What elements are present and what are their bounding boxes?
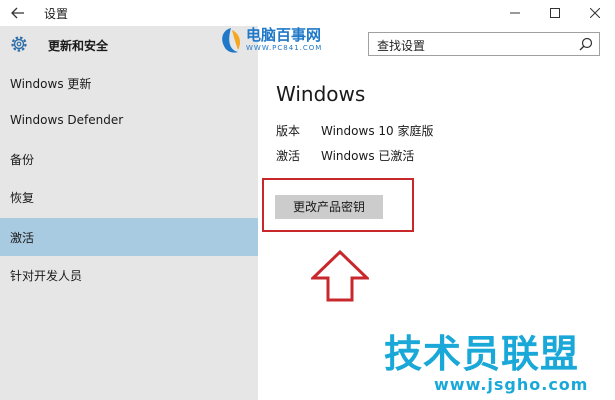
gear-icon [11,36,27,52]
back-arrow-icon [11,7,24,19]
sidebar-item-recovery[interactable]: 恢复 [0,178,258,216]
edition-label: 版本 [276,124,301,138]
close-button[interactable] [575,0,615,26]
sidebar: 更新和安全 Windows 更新 Windows Defender 备份 恢复 … [0,26,258,400]
sidebar-item-label: 激活 [10,231,35,245]
sidebar-item-label: 恢复 [10,191,35,205]
activation-label: 激活 [276,149,301,163]
back-button[interactable] [8,3,28,23]
logo-url: WWW.PC841.COM [246,44,323,52]
logo-icon [222,28,240,53]
sidebar-item-label: Windows 更新 [10,77,92,91]
watermark-url: www.jsgho.com [434,375,589,394]
maximize-icon [550,8,560,18]
window-title: 设置 [44,7,69,21]
edition-value: Windows 10 家庭版 [321,124,434,138]
sidebar-item-label: 备份 [10,153,35,167]
sidebar-header-label: 更新和安全 [48,39,109,53]
watermark-title: 技术员联盟 [384,332,580,376]
sidebar-item-label: Windows Defender [10,113,124,127]
search-input[interactable]: 查找设置 [368,32,600,56]
maximize-button[interactable] [535,0,575,26]
sidebar-item-backup[interactable]: 备份 [0,140,258,178]
site-logo: 电脑百事网 WWW.PC841.COM [218,24,342,58]
page-title: Windows [276,82,366,106]
change-product-key-button[interactable]: 更改产品密钥 [275,195,383,219]
sidebar-item-activation[interactable]: 激活 [0,218,258,256]
minimize-icon [510,12,520,14]
sidebar-item-label: 针对开发人员 [10,269,83,283]
logo-text: 电脑百事网 [246,26,322,44]
sidebar-item-windows-update[interactable]: Windows 更新 [0,64,258,102]
minimize-button[interactable] [495,0,535,26]
search-icon [579,37,593,51]
sidebar-item-windows-defender[interactable]: Windows Defender [0,102,258,140]
close-icon [590,8,600,18]
watermark: 技术员联盟 www.jsgho.com [382,323,615,400]
up-arrow-annotation-icon [311,250,369,302]
activation-value: Windows 已激活 [321,149,415,163]
title-bar: 设置 [0,0,615,26]
search-placeholder: 查找设置 [377,39,426,53]
sidebar-item-for-developers[interactable]: 针对开发人员 [0,256,258,294]
